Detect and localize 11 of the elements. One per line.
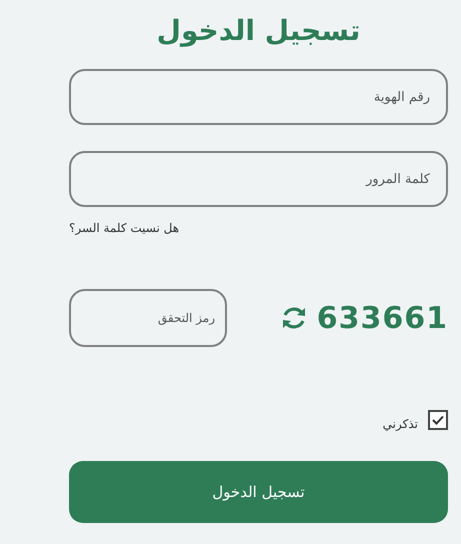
login-button[interactable]: تسجيل الدخول	[69, 461, 448, 523]
remember-checkbox[interactable]	[428, 410, 448, 430]
refresh-icon[interactable]	[280, 305, 307, 331]
captcha-code: 633661	[316, 300, 448, 336]
captcha-field[interactable]: رمز التحقق	[69, 289, 227, 347]
password-field[interactable]: كلمة المرور	[69, 151, 448, 207]
check-icon	[432, 415, 444, 425]
page-title: تسجيل الدخول	[156, 14, 360, 47]
id-number-field[interactable]: رقم الهوية	[69, 69, 448, 125]
remember-label: تذكرني	[382, 417, 418, 431]
forgot-password-link[interactable]: هل نسيت كلمة السر؟	[69, 221, 180, 235]
